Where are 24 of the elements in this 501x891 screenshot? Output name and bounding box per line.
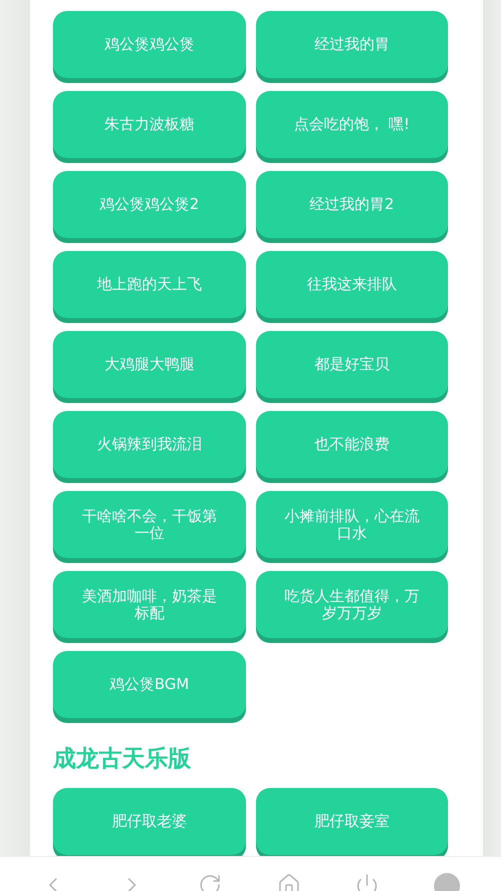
power-icon[interactable] bbox=[355, 873, 380, 891]
sound-button[interactable]: 鸡公煲鸡公煲2 bbox=[53, 171, 246, 238]
sound-button[interactable]: 肥仔取老婆 bbox=[53, 788, 246, 855]
sound-button[interactable]: 点会吃的饱， 嘿! bbox=[256, 91, 448, 158]
sound-button[interactable]: 都是好宝贝 bbox=[256, 331, 448, 398]
section-heading: 成龙古天乐版 bbox=[53, 745, 192, 774]
avatar-icon[interactable] bbox=[434, 873, 460, 891]
sound-button[interactable]: 大鸡腿大鸭腿 bbox=[53, 331, 246, 398]
sound-button[interactable]: 美酒加咖啡，奶茶是标配 bbox=[53, 571, 246, 638]
sound-button[interactable]: 鸡公煲BGM bbox=[53, 651, 246, 718]
sound-button[interactable]: 也不能浪费 bbox=[256, 411, 448, 478]
sound-button[interactable]: 经过我的胃 bbox=[256, 11, 448, 78]
sound-button[interactable]: 吃货人生都值得，万岁万万岁 bbox=[256, 571, 448, 638]
sound-button[interactable]: 干啥啥不会，干饭第一位 bbox=[53, 491, 246, 558]
reload-icon[interactable] bbox=[198, 873, 222, 891]
sound-button[interactable]: 肥仔取妾室 bbox=[256, 788, 448, 855]
sound-button[interactable]: 朱古力波板糖 bbox=[53, 91, 246, 158]
sound-button[interactable]: 经过我的胃2 bbox=[256, 171, 448, 238]
home-icon[interactable] bbox=[276, 873, 301, 891]
sound-button[interactable]: 地上跑的天上飞 bbox=[53, 251, 246, 318]
sound-button[interactable]: 小摊前排队，心在流口水 bbox=[256, 491, 448, 558]
sound-button[interactable]: 往我这来排队 bbox=[256, 251, 448, 318]
sound-button[interactable]: 鸡公煲鸡公煲 bbox=[53, 11, 246, 78]
sound-button[interactable]: 火锅辣到我流泪 bbox=[53, 411, 246, 478]
